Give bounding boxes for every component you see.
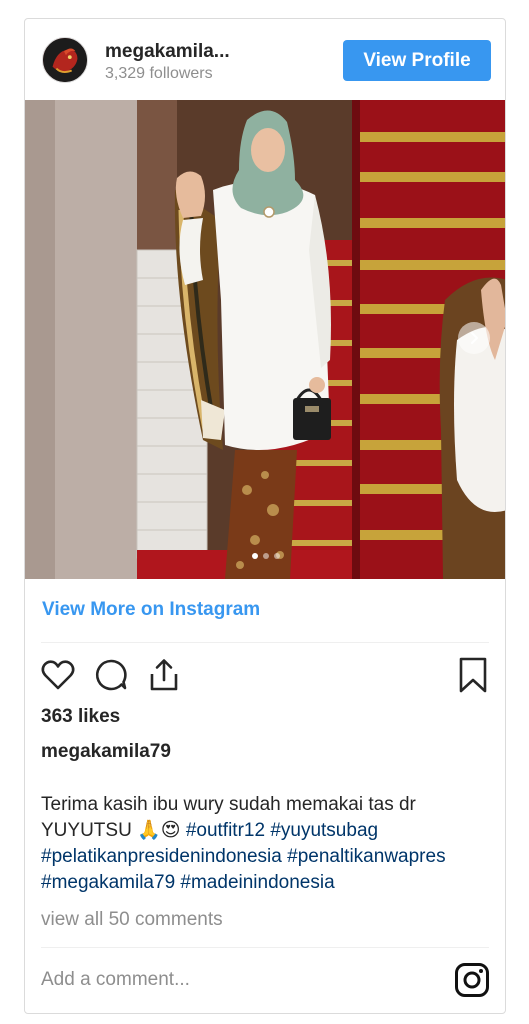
caption-text: YUYUTSU [41,820,138,841]
followers-count: 3,329 followers [105,65,213,82]
hashtag-links[interactable]: #megakamila79 #madeinindonesia [41,870,493,896]
comment-icon[interactable] [92,656,130,694]
post-caption: Terima kasih ibu wury sudah memakai tas … [41,792,493,896]
instagram-embed-card: megakamila... 3,329 followers View Profi… [24,18,506,1014]
caption-emoji: 🙏😍 [137,820,181,841]
divider [41,642,489,643]
view-profile-button[interactable]: View Profile [343,40,491,81]
carousel-indicator [25,553,505,559]
carousel-dot [252,553,258,559]
post-header: megakamila... 3,329 followers View Profi… [25,19,505,101]
caption-line: YUYUTSU 🙏😍 #outfitr12 #yuyutsubag [41,818,493,844]
share-icon[interactable] [145,656,183,694]
carousel-dot [274,553,280,559]
carousel-dot [263,553,269,559]
likes-count[interactable]: 363 likes [41,706,120,728]
instagram-icon[interactable] [454,962,490,998]
bookmark-icon[interactable] [454,656,492,694]
avatar[interactable] [42,37,88,83]
divider [41,947,489,948]
hashtag-links[interactable]: #pelatikanpresidenindonesia #penaltikanw… [41,844,493,870]
caption-line: Terima kasih ibu wury sudah memakai tas … [41,794,416,815]
add-comment-input[interactable]: Add a comment... [41,969,190,991]
username[interactable]: megakamila... [105,41,230,63]
chevron-right-icon [471,332,478,344]
view-all-comments-link[interactable]: view all 50 comments [41,909,223,931]
carousel-next-button[interactable] [458,322,490,354]
view-more-link[interactable]: View More on Instagram [42,599,260,621]
hashtag-links[interactable]: #outfitr12 #yuyutsubag [186,820,378,841]
action-bar [39,656,491,696]
post-image[interactable] [25,100,505,579]
heart-icon[interactable] [39,656,77,694]
post-owner[interactable]: megakamila79 [41,741,171,763]
